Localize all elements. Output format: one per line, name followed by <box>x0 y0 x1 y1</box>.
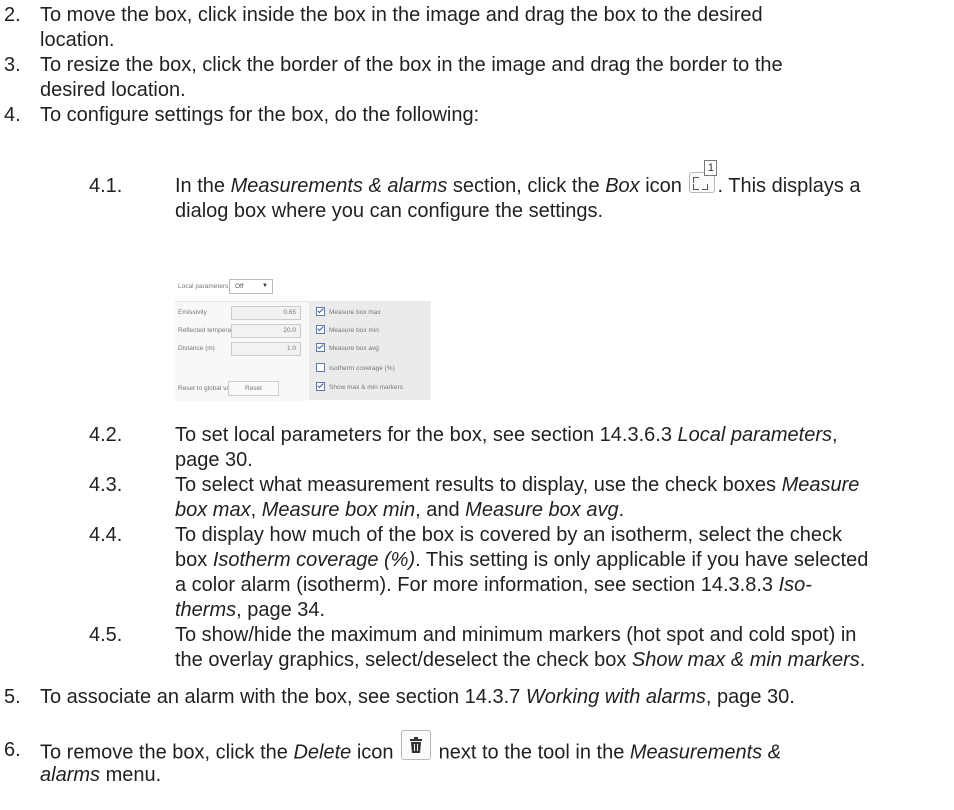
step-text: desired location. <box>40 79 186 101</box>
substep-number: 4.5. <box>89 624 123 646</box>
step-number: 2. <box>4 4 21 26</box>
substep-text: box Isotherm coverage (%). This setting … <box>175 549 869 571</box>
dropdown-caret-icon: ▼ <box>262 283 268 289</box>
substep-text: therms, page 34. <box>175 599 326 621</box>
step-text: To move the box, click inside the box in… <box>40 4 763 26</box>
checkbox-measure-box-min[interactable]: Measure box min <box>316 325 379 335</box>
distance-label: Distance (m) <box>178 345 215 352</box>
step-text: To configure settings for the box, do th… <box>40 104 480 126</box>
substep-text: To show/hide the maximum and minimum mar… <box>175 624 857 646</box>
step-number: 5. <box>4 686 21 708</box>
step-text: To associate an alarm with the box, see … <box>40 686 795 708</box>
substep-text: To display how much of the box is covere… <box>175 524 843 546</box>
checkbox-measure-box-avg[interactable]: Measure box avg <box>316 343 379 353</box>
substep-text: page 30. <box>175 449 253 471</box>
checkbox-measure-box-max[interactable]: Measure box max <box>316 307 381 317</box>
substep-number: 4.2. <box>89 424 123 446</box>
local-parameters-label: Local parameters: <box>178 283 231 290</box>
emissivity-field[interactable]: 0.65 <box>231 306 301 320</box>
checkbox-show-max-min-markers[interactable]: Show max & min markers <box>316 382 403 392</box>
substep-text: box max, Measure box min, and Measure bo… <box>175 499 625 521</box>
substep-text: To select what measurement results to di… <box>175 474 860 496</box>
substep-number: 4.3. <box>89 474 123 496</box>
substep-text: To set local parameters for the box, see… <box>175 424 838 446</box>
substep-number: 4.1. <box>89 175 123 197</box>
step-text: alarms menu. <box>40 764 162 786</box>
local-parameters-select[interactable]: Off ▼ <box>229 279 273 294</box>
step-number: 3. <box>4 54 21 76</box>
step-number: 4. <box>4 104 21 126</box>
checkbox-isotherm-coverage[interactable]: Isotherm coverage (%) <box>316 363 395 373</box>
trash-icon <box>401 730 432 760</box>
substep-text: the overlay graphics, select/deselect th… <box>175 649 866 671</box>
substep-text: dialog box where you can configure the s… <box>175 200 604 222</box>
checkbox-icon <box>316 343 325 352</box>
step-text: To resize the box, click the border of t… <box>40 54 783 76</box>
reset-button[interactable]: Reset <box>228 381 279 396</box>
checkbox-icon <box>316 363 325 372</box>
checkbox-icon <box>316 382 325 391</box>
step-number: 6. <box>4 739 21 761</box>
substep-number: 4.4. <box>89 524 123 546</box>
step-text: location. <box>40 29 115 51</box>
distance-field[interactable]: 1.0 <box>231 342 301 356</box>
box-icon: 1 <box>689 160 718 194</box>
substep-text: a color alarm (isotherm). For more infor… <box>175 574 812 596</box>
emissivity-label: Emissivity <box>178 309 207 316</box>
substep-text: In the Measurements & alarms section, cl… <box>175 160 861 197</box>
reflected-temperature-field[interactable]: 20.0 <box>231 324 301 338</box>
checkbox-icon <box>316 325 325 334</box>
box-settings-dialog: Local parameters: Off ▼ Emissivity 0.65 R… <box>175 275 491 401</box>
checkbox-icon <box>316 307 325 316</box>
